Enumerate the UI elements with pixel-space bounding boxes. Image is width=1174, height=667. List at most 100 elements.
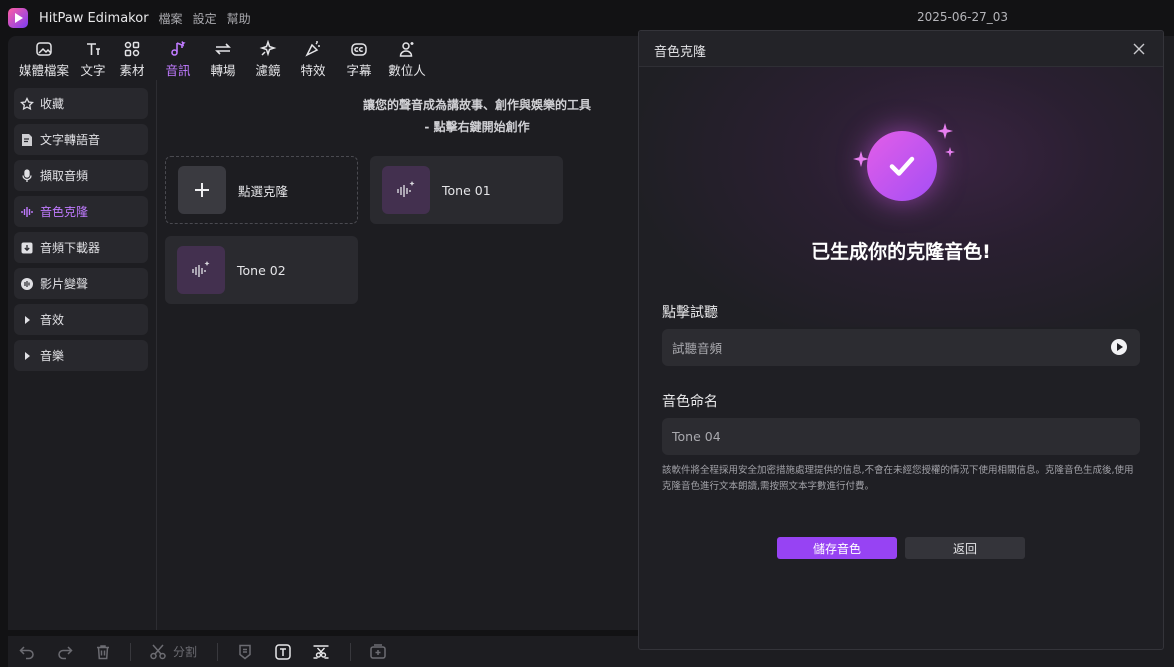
effects-icon xyxy=(305,41,320,57)
delete-button[interactable] xyxy=(94,643,112,661)
sidebar-item-favorites[interactable]: 收藏 xyxy=(14,88,148,119)
preview-audio-field[interactable]: 試聽音頻 xyxy=(662,329,1140,366)
toolbar-divider xyxy=(217,642,219,661)
tab-text-label: 文字 xyxy=(80,63,106,78)
add-clone-card[interactable]: 點選克隆 xyxy=(165,156,358,224)
voice-changer-icon xyxy=(21,277,33,290)
sidebar-item-label: 音色克隆 xyxy=(40,205,89,219)
tone-card-label: Tone 01 xyxy=(442,182,491,198)
tab-digital-human[interactable]: 數位人 xyxy=(382,36,432,79)
undo-button[interactable] xyxy=(18,643,36,661)
media-icon xyxy=(36,42,52,56)
sidebar-item-label: 音頻下載器 xyxy=(40,241,101,255)
sidebar-item-label: 音效 xyxy=(40,313,65,327)
sidebar-item-music[interactable]: 音樂 xyxy=(14,340,148,371)
tab-elements-label: 素材 xyxy=(119,63,145,78)
sidebar-item-label: 收藏 xyxy=(40,97,65,111)
background-panel xyxy=(1164,36,1174,636)
redo-icon xyxy=(58,645,73,659)
caret-right-icon xyxy=(25,315,30,324)
tab-media[interactable]: 媒體檔案 xyxy=(10,36,78,79)
tab-digital-human-label: 數位人 xyxy=(388,63,426,78)
caret-right-icon xyxy=(25,351,30,360)
auto-cut-button[interactable] xyxy=(312,643,330,661)
voice-clone-dialog: 音色克隆 已生成你的克隆音色! 點擊試聽 試聽音頻 音色命名 Tone 04 該… xyxy=(638,30,1164,650)
voice-name-input[interactable]: Tone 04 xyxy=(662,418,1140,455)
preview-audio-text: 試聽音頻 xyxy=(672,341,723,356)
dialog-title: 音色克隆 xyxy=(654,45,707,60)
app-logo-icon xyxy=(8,8,28,28)
sidebar-item-voice-changer[interactable]: 影片變聲 xyxy=(14,268,148,299)
star-icon xyxy=(20,96,34,110)
avatar-icon xyxy=(399,42,414,57)
sidebar-item-text-to-speech[interactable]: 文字轉語音 xyxy=(14,124,148,155)
play-icon[interactable] xyxy=(1111,339,1127,355)
subtitle-icon xyxy=(351,43,367,56)
add-track-button[interactable] xyxy=(369,643,387,661)
sidebar-item-label: 擷取音頻 xyxy=(40,169,89,183)
filter-icon xyxy=(259,40,277,57)
tab-filter-label: 濾鏡 xyxy=(255,63,281,78)
text-tool-button[interactable] xyxy=(274,643,292,661)
sidebar-item-label: 影片變聲 xyxy=(40,277,89,291)
voice-name-value: Tone 04 xyxy=(672,429,721,444)
text-to-speech-icon xyxy=(22,133,32,146)
download-icon xyxy=(21,242,33,253)
tone-card-02[interactable]: Tone 02 xyxy=(165,236,358,304)
sidebar-item-voice-clone[interactable]: 音色克隆 xyxy=(14,196,148,227)
close-icon xyxy=(1133,43,1145,55)
sparkle-waveform-icon xyxy=(192,261,210,277)
trash-icon xyxy=(97,644,109,659)
tab-filter[interactable]: 濾鏡 xyxy=(246,36,290,79)
tab-text[interactable]: 文字 xyxy=(78,36,108,79)
save-voice-button[interactable]: 儲存音色 xyxy=(777,537,897,559)
sidebar-item-audio-downloader[interactable]: 音頻下載器 xyxy=(14,232,148,263)
menu-settings[interactable]: 設定 xyxy=(193,10,217,27)
text-icon xyxy=(87,43,100,55)
elements-icon xyxy=(124,41,140,57)
add-thumb xyxy=(178,166,226,214)
tab-subtitle[interactable]: 字幕 xyxy=(336,36,382,79)
sparkle-waveform-icon xyxy=(397,181,415,197)
checkmark-icon xyxy=(889,156,915,176)
tab-transition-label: 轉場 xyxy=(210,63,236,78)
sidebar-item-sound-effects[interactable]: 音效 xyxy=(14,304,148,335)
transition-icon xyxy=(215,43,231,55)
success-heading: 已生成你的克隆音色! xyxy=(811,241,991,263)
add-clone-label: 點選克隆 xyxy=(238,183,289,199)
app-name: HitPaw Edimakor xyxy=(39,10,149,26)
sidebar-item-extract-audio[interactable]: 擷取音頻 xyxy=(14,160,148,191)
name-label: 音色命名 xyxy=(662,394,718,410)
tone-thumb xyxy=(177,246,225,294)
close-button[interactable] xyxy=(1129,39,1149,59)
tab-effects[interactable]: 特效 xyxy=(290,36,336,79)
split-button[interactable]: 分割 xyxy=(149,643,197,661)
sparkle-icon xyxy=(945,147,955,157)
tab-effects-label: 特效 xyxy=(300,63,326,78)
tone-card-01[interactable]: Tone 01 xyxy=(370,156,563,224)
toolbar-divider xyxy=(130,642,131,661)
split-label: 分割 xyxy=(173,645,198,659)
tab-transition[interactable]: 轉場 xyxy=(200,36,246,79)
project-name: 2025-06-27_03 xyxy=(917,10,1009,24)
voice-clone-panel: 讓您的聲音成為講故事、創作與娛樂的工具 - 點擊右鍵開始創作 點選克隆 Tone… xyxy=(157,80,640,630)
microphone-icon xyxy=(22,168,32,182)
tab-elements[interactable]: 素材 xyxy=(108,36,156,79)
scissors-icon xyxy=(150,644,166,659)
add-track-icon xyxy=(370,643,386,659)
preview-label: 點擊試聽 xyxy=(662,305,718,321)
tab-subtitle-label: 字幕 xyxy=(346,63,372,78)
menu-help[interactable]: 幫助 xyxy=(227,10,251,27)
menu-file[interactable]: 檔案 xyxy=(159,10,183,27)
text-box-icon xyxy=(275,643,291,660)
redo-button[interactable] xyxy=(56,643,74,661)
audio-icon xyxy=(171,41,186,56)
undo-icon xyxy=(19,645,34,659)
success-circle xyxy=(867,131,937,201)
audio-sidebar: 收藏 文字轉語音 擷取音頻 音色克隆 音頻下載器 影片變聲 音效 音樂 xyxy=(8,80,157,630)
marker-icon xyxy=(239,644,251,659)
marker-button[interactable] xyxy=(236,643,254,661)
back-button[interactable]: 返回 xyxy=(905,537,1025,559)
tab-audio[interactable]: 音訊 xyxy=(156,36,200,79)
success-badge xyxy=(849,123,955,207)
